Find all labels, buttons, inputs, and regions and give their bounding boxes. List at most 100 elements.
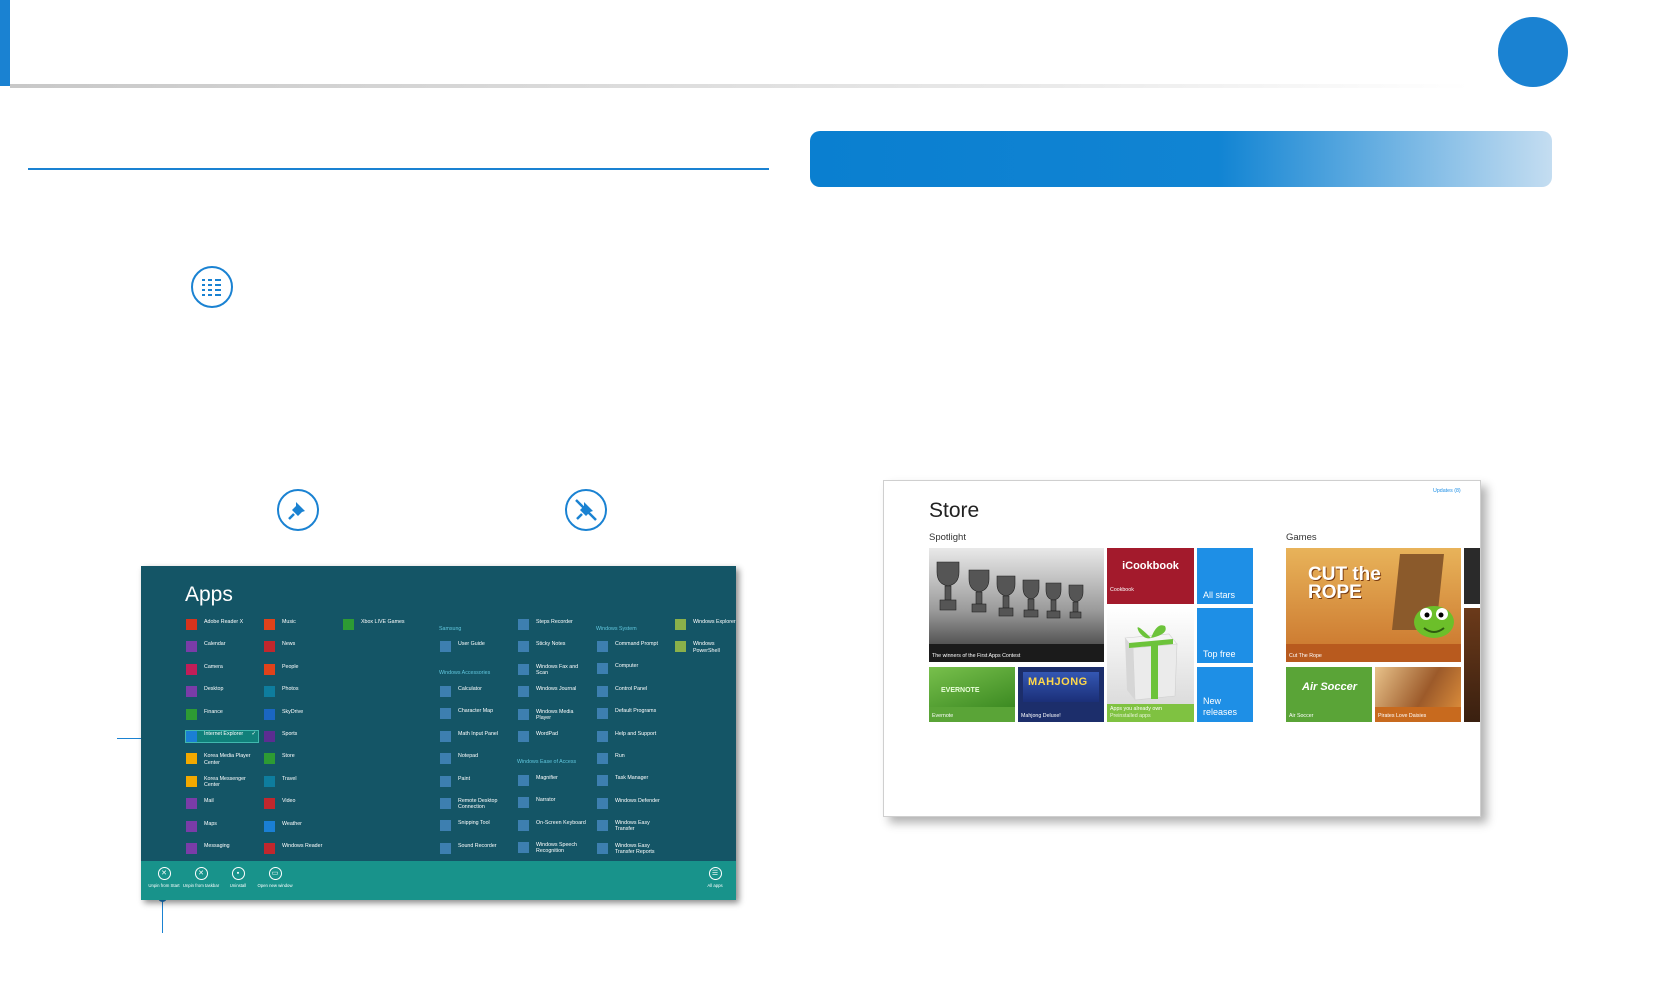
app-icon xyxy=(186,843,197,854)
app-tile[interactable]: Narrator xyxy=(518,797,588,809)
app-tile[interactable]: Steps Recorder xyxy=(518,619,588,630)
app-tile[interactable]: SkyDrive xyxy=(264,708,334,720)
app-tile[interactable]: Magnifier xyxy=(518,775,588,786)
app-icon xyxy=(440,775,451,787)
app-group-heading: Windows Ease of Access xyxy=(517,759,577,765)
app-tile[interactable]: Travel xyxy=(264,775,334,787)
app-tile[interactable]: User Guide xyxy=(440,641,510,652)
app-tile[interactable]: Default Programs xyxy=(597,708,667,720)
app-tile[interactable]: Math Input Panel xyxy=(440,730,510,742)
app-tile[interactable]: Photos xyxy=(264,686,334,698)
app-tile[interactable]: Notepad xyxy=(440,753,510,765)
app-tile[interactable]: Korea Media Player Center xyxy=(186,753,258,766)
trash-icon: ▪ xyxy=(231,867,245,880)
app-tile[interactable]: On-Screen Keyboard xyxy=(518,819,588,831)
window-icon: ▭ xyxy=(268,867,282,880)
updates-link[interactable]: Updates (8) xyxy=(1433,488,1461,494)
app-tile[interactable]: Windows Speech Recognition xyxy=(518,842,588,854)
app-icon xyxy=(518,686,529,698)
top-free-label: Top free xyxy=(1203,649,1236,659)
app-icon xyxy=(440,641,451,652)
air-soccer-caption: Air Soccer xyxy=(1289,713,1314,719)
app-tile[interactable]: Korea Messenger Center xyxy=(186,775,258,788)
app-tile[interactable]: Desktop xyxy=(186,686,258,698)
app-tile[interactable]: Windows Journal xyxy=(518,686,588,698)
app-tile[interactable]: Snipping Tool xyxy=(440,820,510,832)
app-tile[interactable]: Windows Fax and Scan xyxy=(518,663,588,676)
app-tile[interactable]: Windows Explorer xyxy=(675,619,736,630)
store-screen: Store Updates (8) Spotlight Games The wi… xyxy=(883,480,1481,817)
all-apps-button[interactable]: ☰ All apps xyxy=(696,867,734,888)
unpin-start-button[interactable]: ✕ Unpin from Start xyxy=(145,867,183,888)
app-tile[interactable]: Control Panel xyxy=(597,685,667,697)
app-tile[interactable]: Adobe Reader X xyxy=(186,619,258,630)
cut-the-rope-tile[interactable]: CUT the ROPE Cut The Rope xyxy=(1286,548,1461,662)
app-tile[interactable]: Run xyxy=(597,753,667,764)
app-tile[interactable]: Help and Support xyxy=(597,730,667,742)
new-releases-label: New releases xyxy=(1203,696,1238,717)
app-tile[interactable]: Store xyxy=(264,753,334,765)
open-new-window-button[interactable]: ▭ Open new window xyxy=(256,867,294,888)
pirates-caption: Pirates Love Daisies xyxy=(1378,713,1427,719)
app-tile[interactable]: Windows Reader xyxy=(264,843,334,854)
app-tile[interactable]: Computer xyxy=(597,663,667,675)
pirates-tile[interactable]: Pirates Love Daisies xyxy=(1375,667,1461,722)
all-stars-label: All stars xyxy=(1203,590,1236,600)
app-tile[interactable]: Weather xyxy=(264,820,334,832)
owned-apps-tile[interactable]: Apps you already own Preinstalled apps xyxy=(1107,608,1194,722)
evernote-tile[interactable]: EVERNOTE Evernote xyxy=(929,667,1015,722)
clipped-game-tile-2[interactable] xyxy=(1464,608,1480,722)
chapter-badge xyxy=(1498,17,1568,87)
app-tile[interactable]: Paint xyxy=(440,775,510,787)
app-tile[interactable]: Internet Explorer ✓ xyxy=(185,730,259,743)
unpin-taskbar-button[interactable]: ✕ Unpin from taskbar xyxy=(182,867,220,888)
all-stars-tile[interactable]: All stars xyxy=(1197,548,1253,604)
app-tile[interactable]: Calculator xyxy=(440,686,510,697)
app-tile[interactable]: Finance xyxy=(186,708,258,720)
app-tile[interactable]: Sound Recorder xyxy=(440,842,510,854)
app-icon xyxy=(186,820,197,832)
app-tile[interactable]: News xyxy=(264,641,334,653)
app-tile[interactable]: Windows Media Player xyxy=(518,708,588,721)
app-tile[interactable]: WordPad xyxy=(518,731,588,742)
clipped-game-tile[interactable] xyxy=(1464,548,1480,604)
app-tile[interactable]: Camera xyxy=(186,663,258,675)
app-tile[interactable]: Video xyxy=(264,798,334,810)
app-icon xyxy=(597,663,608,675)
app-tile[interactable]: Maps xyxy=(186,820,258,832)
app-tile[interactable]: Command Prompt xyxy=(597,641,667,652)
app-tile[interactable]: Remote Desktop Connection xyxy=(440,798,510,810)
app-tile[interactable]: Windows PowerShell xyxy=(675,641,736,654)
app-tile[interactable]: Calendar xyxy=(186,641,258,653)
uninstall-button[interactable]: ▪ Uninstall xyxy=(219,867,257,888)
app-icon xyxy=(597,641,608,652)
section-banner xyxy=(810,131,1552,187)
air-soccer-tile[interactable]: Air Soccer Air Soccer xyxy=(1286,667,1372,722)
app-label: Paint xyxy=(458,775,471,782)
app-tile[interactable]: Messaging xyxy=(186,843,258,854)
mahjong-tile[interactable]: MAHJONG Mahjong Deluxe! xyxy=(1018,667,1104,722)
app-label: Calendar xyxy=(204,641,226,648)
app-icon xyxy=(186,731,197,742)
app-icon xyxy=(597,753,608,764)
app-tile[interactable]: Xbox LIVE Games xyxy=(343,619,413,630)
contest-tile[interactable]: The winners of the First Apps Contest xyxy=(929,548,1104,662)
cookbook-tile[interactable]: iCookbook Cookbook xyxy=(1107,548,1194,604)
app-icon xyxy=(675,619,686,630)
app-tile[interactable]: Sticky Notes xyxy=(518,641,588,653)
app-label: Mail xyxy=(204,798,214,805)
app-icon xyxy=(518,819,529,831)
app-tile[interactable]: Windows Defender xyxy=(597,797,667,809)
app-label: Calculator xyxy=(458,686,482,692)
new-releases-tile[interactable]: New releases xyxy=(1197,667,1253,722)
cut-the-rope-caption: Cut The Rope xyxy=(1289,653,1322,659)
app-tile[interactable]: Mail xyxy=(186,798,258,810)
app-tile[interactable]: Windows Easy Transfer xyxy=(597,820,667,832)
app-tile[interactable]: Music xyxy=(264,619,334,630)
app-tile[interactable]: Task Manager xyxy=(597,775,667,787)
app-tile[interactable]: Character Map xyxy=(440,708,510,720)
app-tile[interactable]: Windows Easy Transfer Reports xyxy=(597,842,667,855)
app-tile[interactable]: Sports xyxy=(264,731,334,742)
app-tile[interactable]: People xyxy=(264,663,334,675)
top-free-tile[interactable]: Top free xyxy=(1197,608,1253,663)
